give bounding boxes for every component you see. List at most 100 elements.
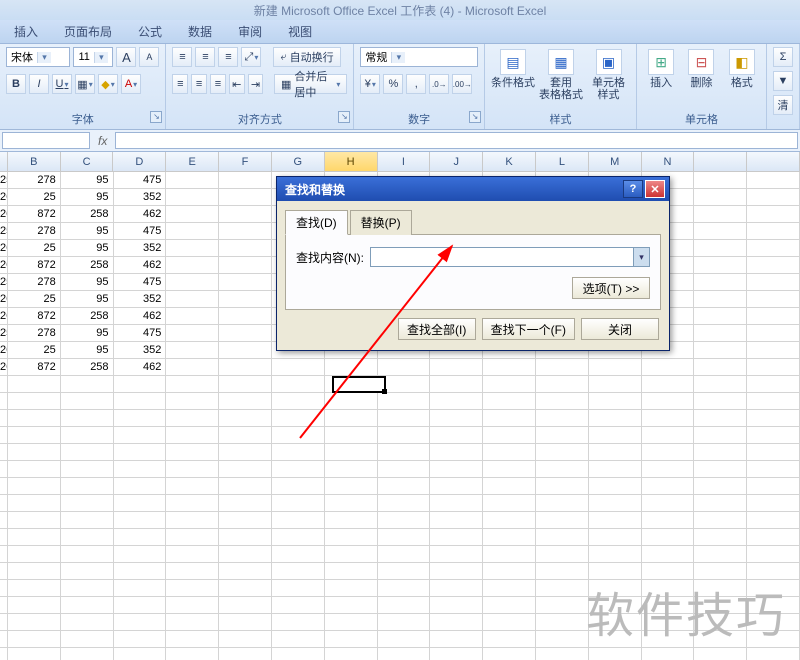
cell[interactable] xyxy=(272,648,325,660)
cell[interactable] xyxy=(8,495,61,512)
cell[interactable] xyxy=(747,274,800,291)
cell[interactable] xyxy=(219,325,272,342)
cell[interactable] xyxy=(166,614,219,631)
cell[interactable] xyxy=(747,240,800,257)
cell[interactable] xyxy=(8,461,61,478)
cell[interactable] xyxy=(61,614,114,631)
cell[interactable]: 95 xyxy=(61,274,114,291)
cell[interactable] xyxy=(747,257,800,274)
cell[interactable] xyxy=(430,512,483,529)
cell[interactable] xyxy=(8,529,61,546)
cell[interactable] xyxy=(430,546,483,563)
cell[interactable] xyxy=(589,597,642,614)
cell[interactable] xyxy=(325,614,378,631)
close-button[interactable]: 关闭 xyxy=(581,318,659,340)
cell[interactable]: 462 xyxy=(114,206,167,223)
cell[interactable] xyxy=(589,478,642,495)
cell[interactable]: 258 xyxy=(61,359,114,376)
chevron-down-icon[interactable]: ▾ xyxy=(633,248,649,266)
cell[interactable] xyxy=(589,631,642,648)
cell[interactable] xyxy=(272,427,325,444)
cell[interactable] xyxy=(8,614,61,631)
cell[interactable] xyxy=(589,495,642,512)
cell[interactable] xyxy=(694,580,747,597)
cell[interactable] xyxy=(61,393,114,410)
percent-button[interactable]: % xyxy=(383,74,403,94)
cell[interactable]: 475 xyxy=(114,274,167,291)
cell[interactable] xyxy=(272,444,325,461)
options-button[interactable]: 选项(T) >> xyxy=(572,277,650,299)
cell[interactable] xyxy=(378,597,431,614)
cell[interactable] xyxy=(483,512,536,529)
align-right-button[interactable]: ≡ xyxy=(210,74,226,94)
column-header-G[interactable]: G xyxy=(272,152,325,171)
cell[interactable] xyxy=(483,597,536,614)
cell[interactable] xyxy=(694,444,747,461)
cell[interactable] xyxy=(430,359,483,376)
cell[interactable] xyxy=(378,461,431,478)
cell[interactable] xyxy=(378,546,431,563)
cell[interactable] xyxy=(642,410,695,427)
cell[interactable] xyxy=(642,495,695,512)
help-button[interactable]: ? xyxy=(623,180,643,198)
menu-insert[interactable]: 插入 xyxy=(14,23,38,40)
cell[interactable] xyxy=(483,648,536,660)
cell[interactable] xyxy=(694,257,747,274)
cell[interactable] xyxy=(166,512,219,529)
cell[interactable] xyxy=(114,597,167,614)
cell[interactable] xyxy=(166,393,219,410)
cell[interactable] xyxy=(272,495,325,512)
cell[interactable] xyxy=(166,631,219,648)
cell[interactable] xyxy=(589,444,642,461)
cell[interactable] xyxy=(536,580,589,597)
align-top-button[interactable]: ≡ xyxy=(172,47,192,67)
cell[interactable] xyxy=(219,478,272,495)
column-header-J[interactable]: J xyxy=(430,152,483,171)
align-bottom-button[interactable]: ≡ xyxy=(218,47,238,67)
cell[interactable] xyxy=(219,206,272,223)
cell[interactable] xyxy=(325,597,378,614)
cell[interactable] xyxy=(61,495,114,512)
chevron-down-icon[interactable]: ▾ xyxy=(37,52,51,63)
cell[interactable] xyxy=(694,512,747,529)
align-center-button[interactable]: ≡ xyxy=(191,74,207,94)
cell[interactable]: 95 xyxy=(61,223,114,240)
cell[interactable] xyxy=(166,580,219,597)
cell[interactable] xyxy=(642,580,695,597)
cell[interactable] xyxy=(694,376,747,393)
cell[interactable] xyxy=(166,257,219,274)
name-box[interactable] xyxy=(2,132,90,149)
cell[interactable] xyxy=(8,631,61,648)
cell[interactable] xyxy=(694,546,747,563)
menu-layout[interactable]: 页面布局 xyxy=(64,23,112,40)
cell[interactable] xyxy=(483,546,536,563)
cell[interactable] xyxy=(694,478,747,495)
cell[interactable] xyxy=(747,223,800,240)
cell[interactable]: 352 xyxy=(114,291,167,308)
tab-find[interactable]: 查找(D) xyxy=(285,210,348,235)
cell[interactable] xyxy=(747,291,800,308)
cell[interactable] xyxy=(589,427,642,444)
cell[interactable] xyxy=(272,393,325,410)
cell[interactable] xyxy=(166,342,219,359)
font-color-button[interactable]: A xyxy=(121,74,141,94)
cell[interactable] xyxy=(61,648,114,660)
cell[interactable] xyxy=(8,580,61,597)
cell[interactable] xyxy=(219,563,272,580)
cell[interactable] xyxy=(642,614,695,631)
column-header-L[interactable]: L xyxy=(536,152,589,171)
cell[interactable] xyxy=(483,563,536,580)
cell[interactable] xyxy=(61,546,114,563)
cell[interactable]: 95 xyxy=(61,240,114,257)
cell[interactable]: 352 xyxy=(114,240,167,257)
cell[interactable] xyxy=(325,631,378,648)
font-size-combo[interactable]: 11▾ xyxy=(73,47,113,67)
cell[interactable]: 258 xyxy=(61,308,114,325)
cell[interactable] xyxy=(694,206,747,223)
cell[interactable] xyxy=(166,529,219,546)
close-icon[interactable]: ✕ xyxy=(645,180,665,198)
cell[interactable] xyxy=(378,631,431,648)
cell[interactable] xyxy=(219,410,272,427)
cell[interactable] xyxy=(219,359,272,376)
cell[interactable] xyxy=(694,274,747,291)
